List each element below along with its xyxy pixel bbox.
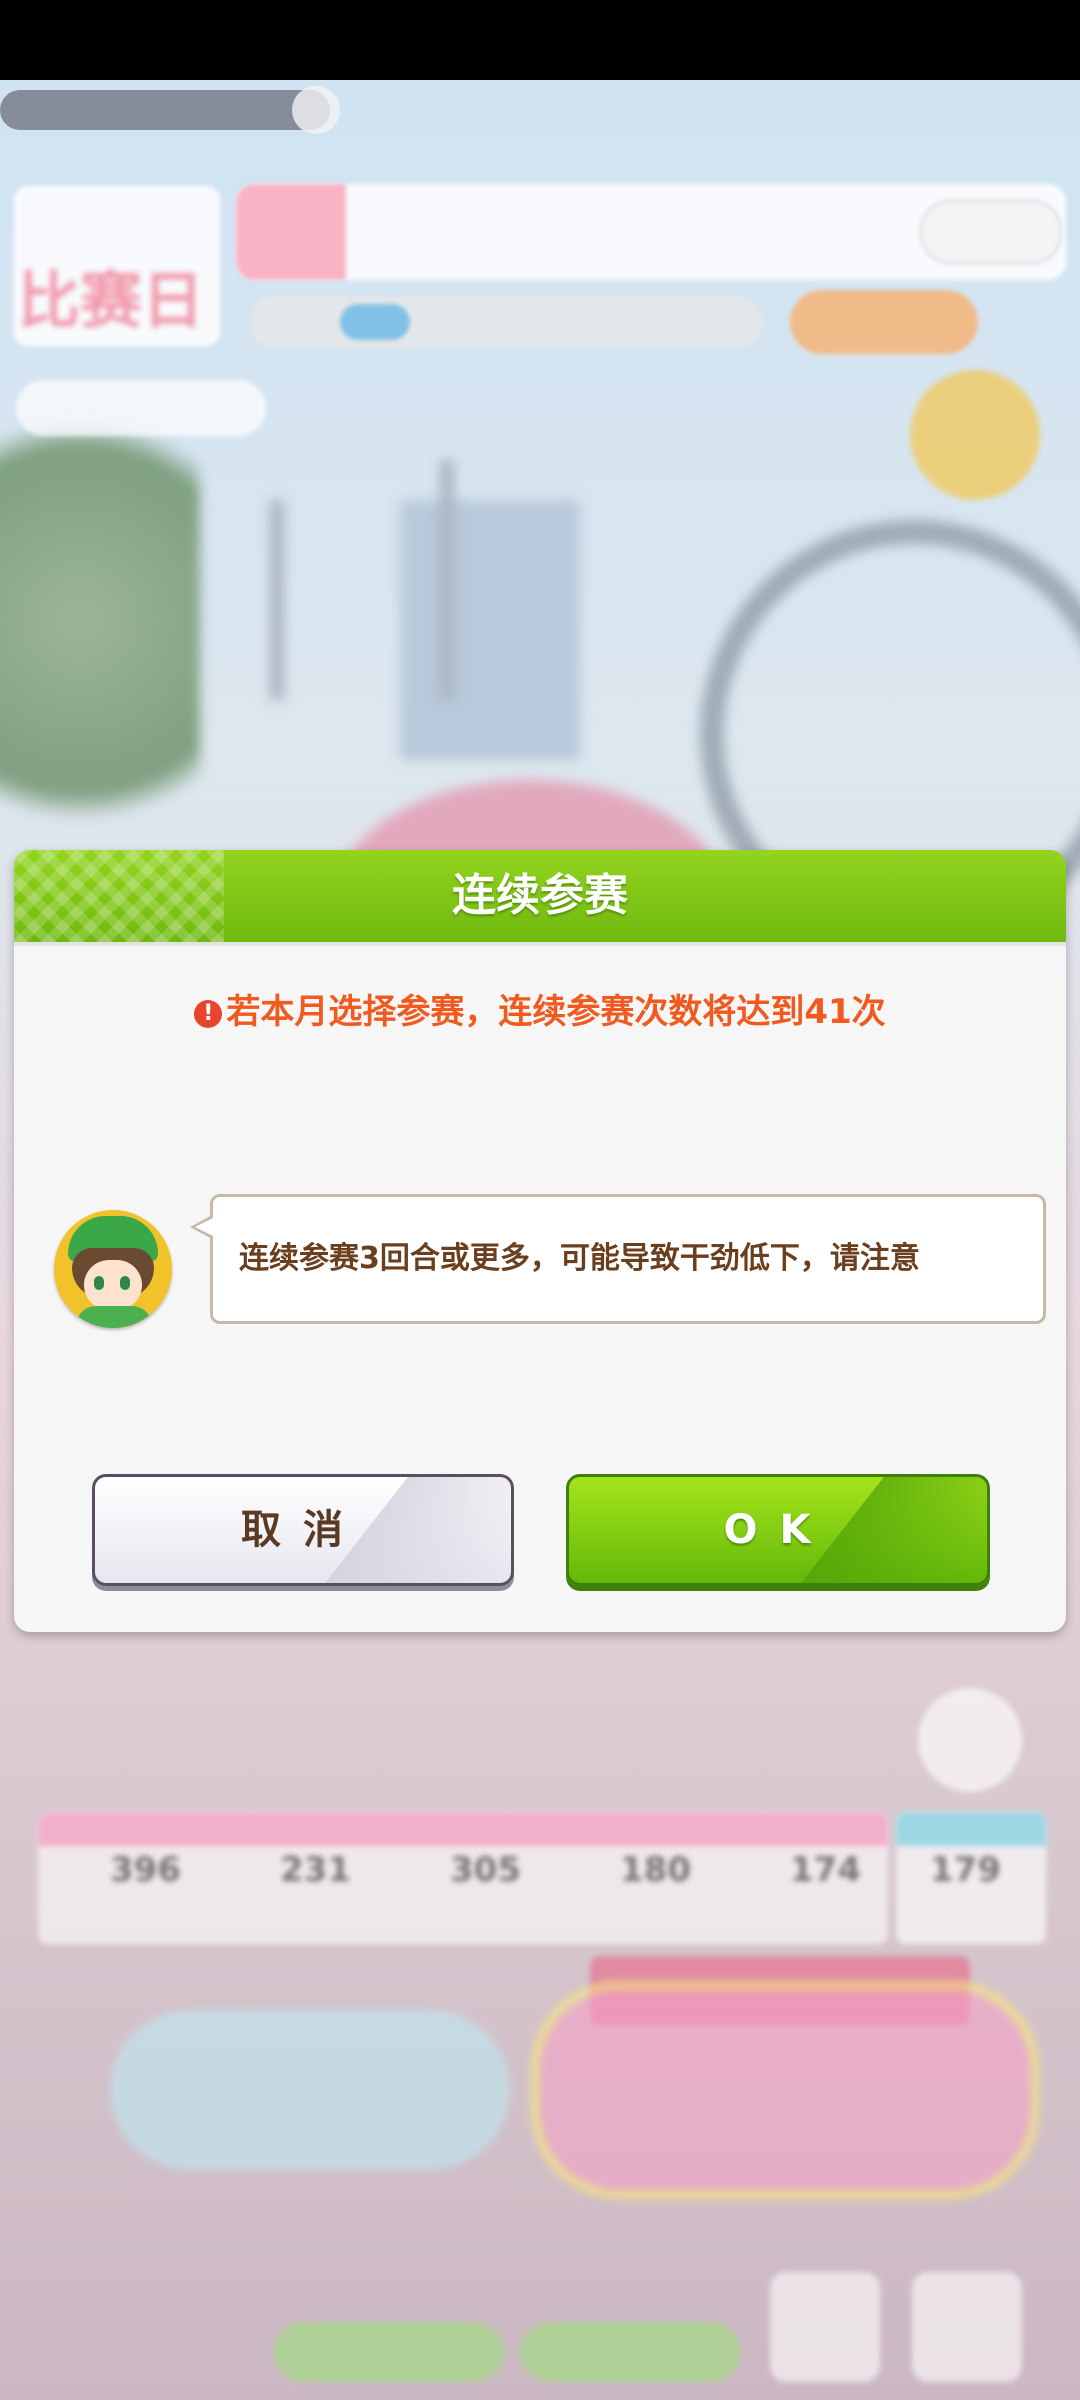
log-button[interactable] bbox=[770, 2272, 880, 2382]
ok-button-label: OK bbox=[723, 1507, 833, 1553]
background-pole bbox=[440, 460, 454, 700]
stat-power: 305 bbox=[450, 1850, 521, 1890]
dialog-title: 连续参赛 bbox=[452, 870, 628, 921]
training-button[interactable] bbox=[110, 2010, 510, 2170]
stat-wisdom: 174 bbox=[790, 1850, 861, 1890]
skill-points-header bbox=[896, 1812, 1046, 1846]
speech-bubble: 连续参赛3回合或更多，可能导致干劲低下，请注意 bbox=[210, 1194, 1046, 1324]
stat-speed: 396 bbox=[110, 1850, 181, 1890]
exclamation-icon: ! bbox=[194, 1000, 223, 1028]
character-avatar bbox=[54, 1210, 172, 1328]
stat-stamina: 231 bbox=[280, 1850, 351, 1890]
ability-detail-button[interactable] bbox=[918, 1688, 1022, 1792]
speech-bubble-tail-fill bbox=[195, 1218, 213, 1236]
header-divider bbox=[14, 942, 1066, 946]
goal-tag bbox=[236, 184, 346, 280]
background-tree bbox=[0, 360, 200, 880]
energy-bar bbox=[250, 296, 762, 348]
calendar-label: 比赛日 bbox=[18, 264, 205, 337]
cancel-button-label: 取消 bbox=[241, 1507, 365, 1553]
rest-button[interactable] bbox=[520, 2322, 740, 2382]
skill-button[interactable] bbox=[790, 290, 978, 354]
skip-button[interactable] bbox=[274, 2322, 504, 2382]
race-button[interactable] bbox=[530, 1980, 1040, 2200]
condition-pill[interactable] bbox=[16, 380, 266, 436]
stats-header bbox=[38, 1812, 888, 1846]
message-text: 连续参赛3回合或更多，可能导致干劲低下，请注意 bbox=[239, 1241, 920, 1276]
info-icon[interactable] bbox=[292, 86, 340, 134]
consecutive-race-dialog: 连续参赛 ! 若本月选择参赛，连续参赛次数将达到41次 连续参赛3回合或更多，可能… bbox=[14, 850, 1066, 1632]
energy-fill bbox=[340, 304, 410, 340]
warning-text: 若本月选择参赛，连续参赛次数将达到41次 bbox=[226, 992, 886, 1032]
warning-line: ! 若本月选择参赛，连续参赛次数将达到41次 bbox=[14, 984, 1066, 1033]
status-bar bbox=[0, 0, 1080, 80]
goal-detail-button[interactable] bbox=[920, 200, 1062, 264]
stat-guts: 180 bbox=[620, 1850, 691, 1890]
background-pole bbox=[270, 500, 284, 700]
background-building bbox=[400, 500, 580, 760]
menu-button[interactable] bbox=[912, 2272, 1022, 2382]
turn-indicator bbox=[0, 90, 330, 130]
ok-button[interactable]: OK bbox=[566, 1474, 990, 1586]
support-avatar[interactable] bbox=[910, 370, 1040, 500]
skill-points-value: 179 bbox=[930, 1850, 1001, 1890]
cancel-button[interactable]: 取消 bbox=[92, 1474, 514, 1586]
